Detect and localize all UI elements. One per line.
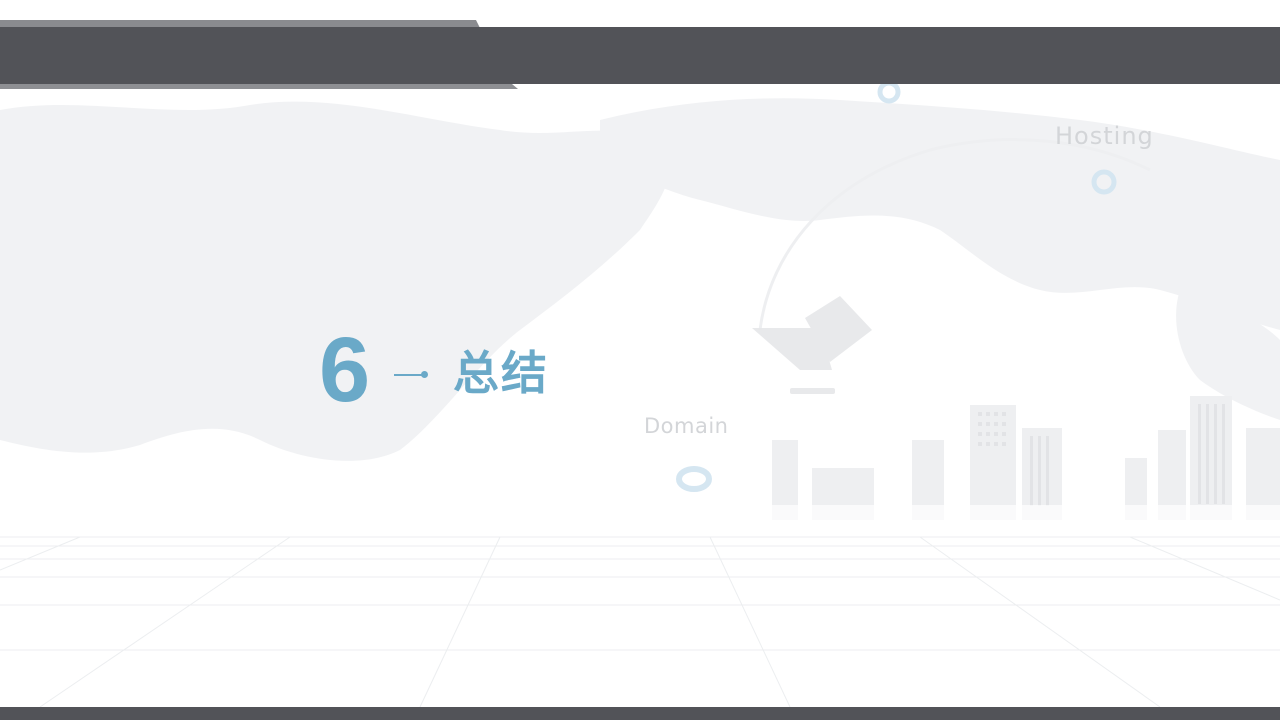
- footer-bar: [0, 707, 1280, 720]
- section-number: 6: [319, 319, 371, 421]
- header-under-strip: [0, 84, 518, 89]
- pin-top-ring: [877, 80, 901, 104]
- hosting-watermark-label: Hosting: [1055, 122, 1154, 150]
- connector-line-dot: [394, 371, 428, 378]
- domain-watermark-label: Domain: [644, 414, 729, 438]
- connector-line: [394, 374, 424, 376]
- connector-dot: [421, 371, 428, 378]
- slide: Hosting Domain 6 总结: [0, 0, 1280, 720]
- header-bar: [0, 27, 1280, 84]
- section-title: 总结: [453, 346, 549, 400]
- background-world-map-art: [0, 80, 1280, 708]
